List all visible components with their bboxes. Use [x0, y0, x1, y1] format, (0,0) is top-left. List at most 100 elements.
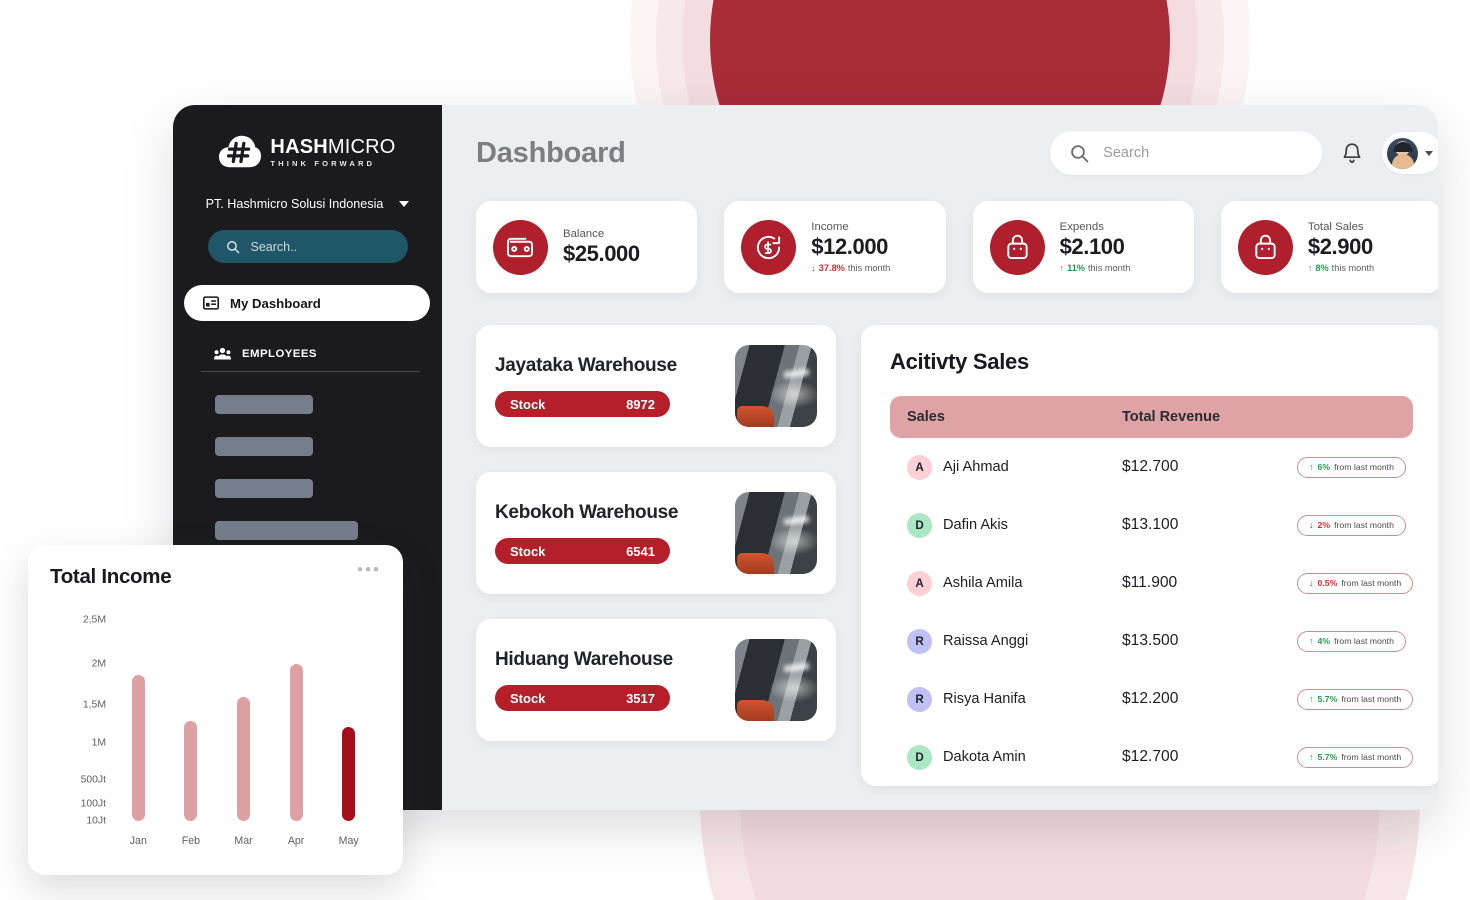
delta-note: from last month: [1334, 462, 1394, 472]
wallet-icon: [493, 219, 548, 275]
x-axis-tick-label: Jan: [129, 835, 147, 847]
sales-person-name: Raissa Anggi: [943, 633, 1029, 649]
search-input[interactable]: Search: [1050, 131, 1323, 175]
main-content: Dashboard Search Balance $25.000 Income …: [442, 105, 1438, 810]
page-title: Dashboard: [476, 136, 626, 169]
stat-delta-note: this month: [1087, 263, 1131, 273]
sidebar-item-my-dashboard[interactable]: My Dashboard: [184, 285, 430, 321]
chart-title: Total Income: [50, 565, 172, 588]
bar[interactable]: [342, 727, 356, 821]
y-axis-tick-label: 100Jt: [80, 798, 106, 810]
sales-person-name: Dakota Amin: [943, 749, 1026, 765]
y-axis-tick-label: 1M: [91, 737, 106, 749]
sidebar-section-employees[interactable]: EMPLOYEES: [214, 347, 442, 360]
table-row[interactable]: D Dafin Akis $13.100 ↓ 2% from last month: [890, 496, 1413, 554]
stock-label: Stock: [510, 543, 546, 559]
arrow-up-icon: ↑: [1309, 461, 1314, 472]
avatar-initial: R: [907, 686, 932, 712]
more-horizontal-icon[interactable]: •••: [357, 561, 381, 578]
bar[interactable]: [131, 674, 145, 821]
warehouse-stock-badge: Stock 6541: [495, 538, 670, 564]
dashboard-icon: [203, 296, 219, 310]
warehouse-card[interactable]: Hiduang Warehouse Stock 3517: [476, 619, 836, 741]
stock-label: Stock: [510, 396, 546, 412]
stock-value: 3517: [626, 690, 655, 706]
bar[interactable]: [289, 664, 303, 821]
revenue-cell: $13.500: [1122, 632, 1179, 649]
revenue-cell: $12.700: [1122, 748, 1179, 765]
arrow-down-icon: ↓: [1309, 577, 1314, 588]
delta-cell: ↑ 5.7% from last month: [1297, 746, 1414, 768]
sidebar-section-label: EMPLOYEES: [242, 347, 317, 360]
search-icon: [1071, 144, 1089, 162]
status-badge: ↑ 4% from last month: [1297, 630, 1406, 652]
delta-value: 2%: [1317, 520, 1331, 530]
stat-delta-value: 8%: [1315, 263, 1329, 273]
sales-person-cell: D Dakota Amin: [890, 744, 1122, 770]
sidebar-search-input[interactable]: Search..: [207, 230, 408, 263]
sales-person-cell: R Raissa Anggi: [890, 628, 1122, 654]
stock-value: 6541: [626, 543, 655, 559]
sidebar-item-label: My Dashboard: [230, 295, 321, 311]
stock-value: 8972: [626, 396, 655, 412]
avatar-initial: D: [907, 512, 932, 538]
stat-card-balance[interactable]: Balance $25.000: [476, 201, 698, 293]
stat-card-income[interactable]: Income $12.000 ↓ 37.8% this month: [724, 201, 946, 293]
stat-value: $12.000: [811, 234, 889, 259]
content-row: Jayataka Warehouse Stock 8972 Kebokoh Wa…: [476, 325, 1438, 786]
bar[interactable]: [237, 696, 250, 821]
delta-value: 6%: [1317, 462, 1331, 472]
bell-icon[interactable]: [1339, 140, 1365, 166]
arrow-up-icon: ↑: [1309, 751, 1314, 762]
revenue-cell: $12.200: [1122, 690, 1179, 707]
warehouse-card[interactable]: Kebokoh Warehouse Stock 6541: [476, 472, 836, 594]
stat-label: Expends: [1059, 221, 1104, 233]
status-badge: ↑ 5.7% from last month: [1297, 746, 1414, 768]
table-row[interactable]: A Aji Ahmad $12.700 ↑ 6% from last month: [890, 438, 1413, 496]
delta-value: 4%: [1317, 636, 1331, 646]
stat-label: Income: [811, 221, 849, 233]
sidebar-skeleton-item: [215, 521, 358, 540]
bag-icon: [989, 219, 1045, 275]
company-name: PT. Hashmicro Solusi Indonesia: [205, 197, 384, 211]
stat-delta: ↑ 8% this month: [1308, 263, 1374, 273]
table-row[interactable]: D Dakota Amin $12.700 ↑ 5.7% from last month: [890, 728, 1414, 786]
table-row[interactable]: R Risya Hanifa $12.200 ↑ 5.7% from last month: [890, 670, 1414, 728]
delta-value: 0.5%: [1317, 578, 1338, 588]
topbar-actions: Search: [1050, 131, 1438, 175]
x-axis-tick-label: May: [338, 835, 359, 847]
sales-person-cell: R Risya Hanifa: [890, 686, 1122, 712]
revenue-cell: $13.100: [1122, 516, 1179, 533]
sales-person-name: Ashila Amila: [943, 575, 1023, 591]
warehouse-photo: [735, 345, 817, 427]
search-icon: [226, 240, 239, 253]
sales-person-name: Aji Ahmad: [943, 459, 1009, 475]
status-badge: ↓ 2% from last month: [1297, 514, 1406, 536]
y-axis-tick-label: 500Jt: [80, 774, 106, 786]
activity-sales-panel: Acitivty Sales Sales Total Revenue A Aji …: [861, 325, 1438, 786]
arrow-up-icon: ↑: [1307, 262, 1313, 273]
sidebar-skeleton-item: [215, 479, 313, 498]
user-menu[interactable]: [1382, 132, 1438, 174]
status-badge: ↓ 0.5% from last month: [1297, 572, 1414, 594]
table-body: A Aji Ahmad $12.700 ↑ 6% from last month D Dafi…: [890, 438, 1414, 786]
delta-note: from last month: [1334, 636, 1394, 646]
avatar-initial: R: [907, 628, 932, 654]
chevron-down-icon: [399, 201, 410, 207]
warehouse-card[interactable]: Jayataka Warehouse Stock 8972: [476, 325, 836, 447]
bar-series: [112, 603, 375, 821]
stat-delta-note: this month: [847, 263, 891, 273]
x-axis-tick-label: Mar: [234, 835, 253, 847]
delta-value: 5.7%: [1317, 694, 1338, 704]
table-row[interactable]: R Raissa Anggi $13.500 ↑ 4% from last month: [890, 612, 1413, 670]
table-row[interactable]: A Ashila Amila $11.900 ↓ 0.5% from last month: [890, 554, 1414, 612]
employees-icon: [214, 347, 231, 360]
stat-card-expends[interactable]: Expends $2.100 ↑ 11% this month: [972, 201, 1194, 293]
bar[interactable]: [184, 720, 198, 821]
delta-cell: ↓ 0.5% from last month: [1297, 572, 1414, 594]
warehouse-name: Jayataka Warehouse: [495, 355, 677, 376]
column-header-revenue: Total Revenue: [1122, 409, 1221, 425]
company-selector[interactable]: PT. Hashmicro Solusi Indonesia: [173, 197, 442, 211]
bar-chart: 2,5M 2M 1,5M 1M 500Jt 100Jt 10Jt Jan Feb Mar Apr M…: [50, 603, 381, 853]
stat-card-total-sales[interactable]: Total Sales $2.900 ↑ 8% this month: [1220, 201, 1438, 293]
